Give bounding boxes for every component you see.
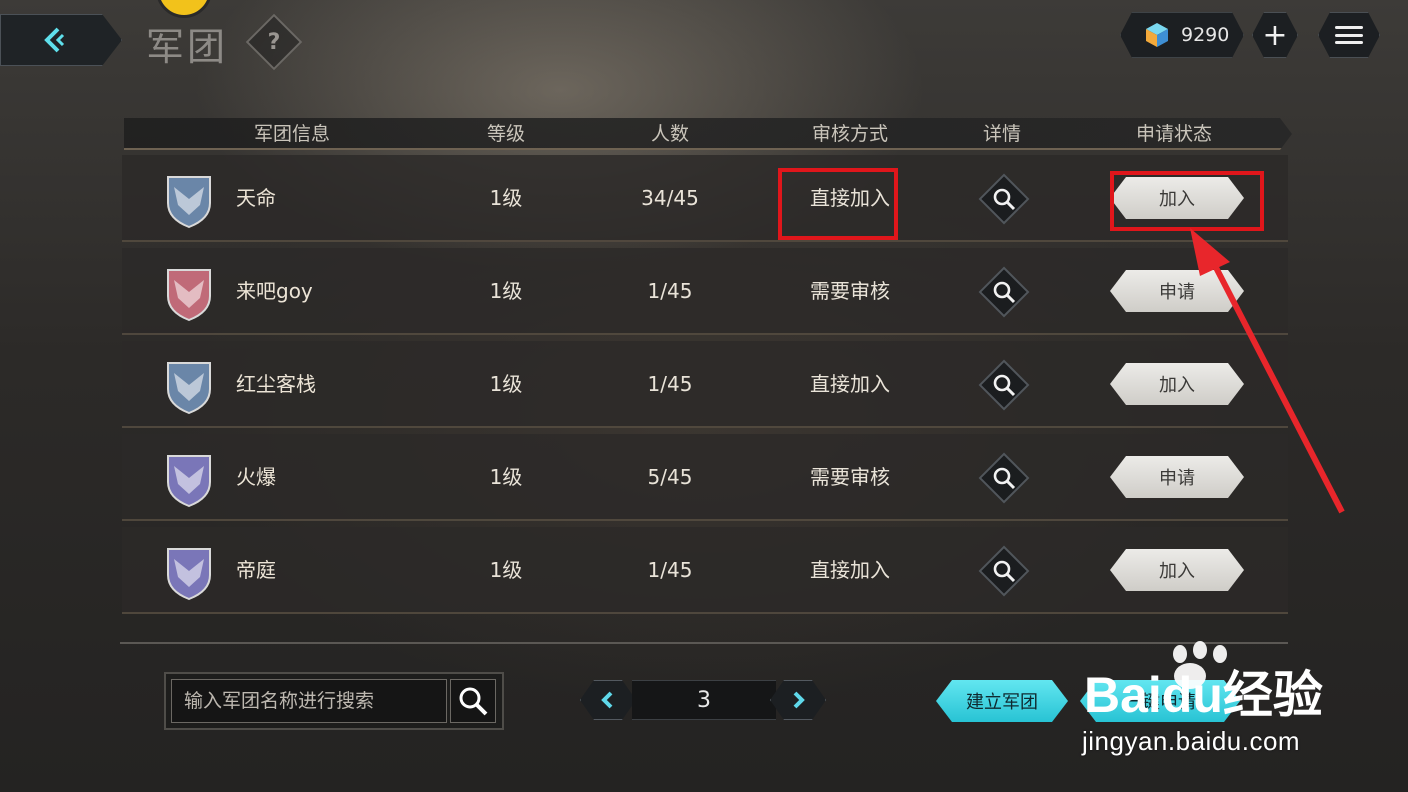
column-header-level: 等级 [486,123,526,145]
column-header-review: 审核方式 [811,123,889,145]
detail-button[interactable] [978,266,1030,318]
legion-review-mode: 直接加入 [810,372,890,396]
table-row-2: 来吧goy 1级 1/45 需要审核 申请 [122,248,1288,335]
legion-level: 1级 [489,465,523,489]
legion-members: 1/45 [647,372,693,396]
table-row-3: 红尘客栈 1级 1/45 直接加入 加入 [122,341,1288,428]
legion-members: 1/45 [647,558,693,582]
table-header: 军团信息 等级 人数 审核方式 详情 申请状态 [124,118,1292,150]
currency-amount: 9290 [1181,24,1230,46]
legion-level: 1级 [489,279,523,303]
magnifier-icon [993,467,1016,490]
help-icon: ? [267,29,281,55]
highlight-box-review [778,168,898,240]
winged-shield-blue-icon [167,362,211,415]
legion-members: 1/45 [647,279,693,303]
magnifier-icon [993,188,1016,211]
join-button[interactable]: 加入 [1110,363,1244,405]
legion-level: 1级 [489,558,523,582]
back-arrow-icon [44,27,65,53]
help-button[interactable]: ? [245,13,303,71]
legion-review-mode: 需要审核 [810,465,890,489]
legion-members: 34/45 [641,186,699,210]
menu-button[interactable] [1318,12,1380,58]
detail-button[interactable] [978,359,1030,411]
apply-button[interactable]: 申请 [1110,270,1244,312]
legion-review-mode: 需要审核 [810,279,890,303]
detail-button[interactable] [978,173,1030,225]
legion-name: 来吧goy [236,279,313,303]
magnifier-icon [993,374,1016,397]
legion-level: 1级 [489,372,523,396]
next-page-button[interactable] [770,680,826,720]
add-currency-button[interactable]: + [1252,12,1298,58]
page-number[interactable]: 3 [632,680,776,720]
search-box [164,672,504,730]
table-row-5: 帝庭 1级 1/45 直接加入 加入 [122,527,1288,614]
quick-apply-button[interactable]: 一键申请 [1080,680,1240,722]
back-button[interactable] [0,14,122,66]
magnifier-icon [993,281,1016,304]
magnifier-icon [993,560,1016,583]
chevron-left-icon [601,691,613,709]
legion-name: 红尘客栈 [236,372,316,396]
chevron-right-icon [793,691,805,709]
currency-display: 9290 [1120,12,1244,58]
divider [120,642,1288,644]
serpent-shield-purple-icon [167,455,211,508]
legion-name: 火爆 [236,465,276,489]
apply-button[interactable]: 申请 [1110,456,1244,498]
column-header-members: 人数 [650,123,690,145]
prev-page-button[interactable] [580,680,636,720]
watermark-url: jingyan.baidu.com [1082,726,1301,756]
create-legion-button[interactable]: 建立军团 [936,680,1068,722]
eagle-shield-red-icon [167,269,211,322]
search-input[interactable] [171,679,447,723]
legion-name: 帝庭 [236,558,276,582]
column-header-status: 申请状态 [1135,123,1213,145]
crystal-cube-icon [1146,23,1168,47]
table-row-4: 火爆 1级 5/45 需要审核 申请 [122,434,1288,521]
serpent-shield-purple-icon [167,548,211,601]
legion-members: 5/45 [647,465,693,489]
column-header-info: 军团信息 [253,123,331,145]
detail-button[interactable] [978,452,1030,504]
legion-review-mode: 直接加入 [810,558,890,582]
winged-shield-blue-icon [167,176,211,229]
legion-level: 1级 [489,186,523,210]
search-button[interactable] [450,679,496,723]
hamburger-icon [1335,26,1363,44]
detail-button[interactable] [978,545,1030,597]
legion-name: 天命 [236,186,276,210]
join-button[interactable]: 加入 [1110,549,1244,591]
column-header-detail: 详情 [982,123,1022,145]
highlight-box-join [1110,171,1264,231]
search-icon [459,687,488,716]
page-title: 军团 [146,25,229,69]
